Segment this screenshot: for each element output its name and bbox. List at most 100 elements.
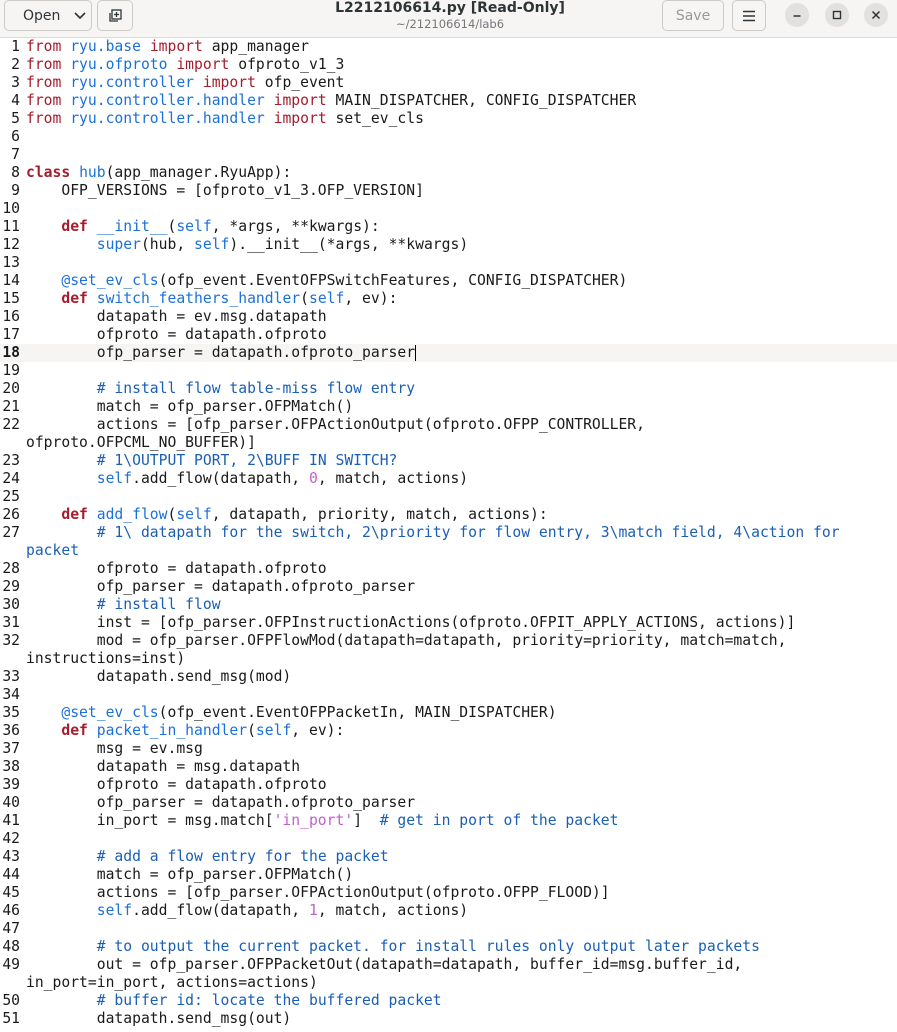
code-line[interactable]: 43 # add a flow entry for the packet xyxy=(0,848,897,866)
code-line[interactable]: 33 datapath.send_msg(mod) xyxy=(0,668,897,686)
line-number: 42 xyxy=(2,830,20,847)
code-line[interactable]: 29 ofp_parser = datapath.ofproto_parser xyxy=(0,578,897,596)
code-line-continuation[interactable]: packet xyxy=(0,542,897,560)
main-menu-button[interactable] xyxy=(732,0,766,31)
code-line[interactable]: 40 ofp_parser = datapath.ofproto_parser xyxy=(0,794,897,812)
chevron-down-icon xyxy=(74,11,86,20)
open-button[interactable]: Open xyxy=(4,0,92,31)
code-line[interactable]: 6 xyxy=(0,128,897,146)
code-text: packet xyxy=(26,542,80,559)
code-text: out = ofp_parser.OFPPacketOut(datapath=d… xyxy=(26,956,743,973)
code-line-continuation[interactable]: in_port=in_port, actions=actions) xyxy=(0,974,897,992)
line-number: 41 xyxy=(2,812,20,829)
line-number: 5 xyxy=(11,110,20,127)
code-line[interactable]: 16 datapath = ev.msg.datapath xyxy=(0,308,897,326)
code-text: ofproto = datapath.ofproto xyxy=(26,776,327,793)
code-line[interactable]: 47 xyxy=(0,920,897,938)
code-text: from ryu.ofproto import ofproto_v1_3 xyxy=(26,56,345,73)
line-number: 26 xyxy=(2,506,20,523)
code-text: inst = [ofp_parser.OFPInstructionActions… xyxy=(26,614,796,631)
code-line[interactable]: 3 from ryu.controller import ofp_event xyxy=(0,74,897,92)
code-line[interactable]: 36 def packet_in_handler(self, ev): xyxy=(0,722,897,740)
code-line[interactable]: 41 in_port = msg.match['in_port'] # get … xyxy=(0,812,897,830)
code-line[interactable]: 46 self.add_flow(datapath, 1, match, act… xyxy=(0,902,897,920)
code-line-continuation[interactable]: ofproto.OFPCML_NO_BUFFER)] xyxy=(0,434,897,452)
code-line-continuation[interactable]: instructions=inst) xyxy=(0,650,897,668)
code-line[interactable]: 48 # to output the current packet. for i… xyxy=(0,938,897,956)
code-text: ofp_parser = datapath.ofproto_parser xyxy=(26,794,416,811)
code-line[interactable]: 11 def __init__(self, *args, **kwargs): xyxy=(0,218,897,236)
code-line[interactable]: 15 def switch_feathers_handler(self, ev)… xyxy=(0,290,897,308)
line-number: 46 xyxy=(2,902,20,919)
code-line[interactable]: 17 ofproto = datapath.ofproto xyxy=(0,326,897,344)
code-line[interactable]: 30 # install flow xyxy=(0,596,897,614)
code-text: in_port=in_port, actions=actions) xyxy=(26,974,318,991)
code-text: self.add_flow(datapath, 0, match, action… xyxy=(96,470,469,487)
code-line[interactable]: 35 @set_ev_cls(ofp_event.EventOFPPacketI… xyxy=(0,704,897,722)
line-number: 7 xyxy=(11,146,20,163)
code-text: # to output the current packet. for inst… xyxy=(96,938,760,955)
line-number: 8 xyxy=(11,164,20,181)
code-line[interactable]: 44 match = ofp_parser.OFPMatch() xyxy=(0,866,897,884)
new-tab-icon xyxy=(108,8,122,23)
code-line[interactable]: 2 from ryu.ofproto import ofproto_v1_3 xyxy=(0,56,897,74)
code-line[interactable]: 9 OFP_VERSIONS = [ofproto_v1_3.OFP_VERSI… xyxy=(0,182,897,200)
minimize-button[interactable] xyxy=(785,3,809,27)
code-line[interactable]: 39 ofproto = datapath.ofproto xyxy=(0,776,897,794)
code-line[interactable]: 25 xyxy=(0,488,897,506)
code-line[interactable]: 45 actions = [ofp_parser.OFPActionOutput… xyxy=(0,884,897,902)
code-text: match = ofp_parser.OFPMatch() xyxy=(26,866,354,883)
code-text: datapath = ev.msg.datapath xyxy=(26,308,327,325)
code-line[interactable]: 22 actions = [ofp_parser.OFPActionOutput… xyxy=(0,416,897,434)
line-number: 29 xyxy=(2,578,20,595)
line-number: 2 xyxy=(11,56,20,73)
line-number: 34 xyxy=(2,686,20,703)
code-line[interactable]: 24 self.add_flow(datapath, 0, match, act… xyxy=(0,470,897,488)
code-line[interactable]: 19 xyxy=(0,362,897,380)
line-number: 19 xyxy=(2,362,20,379)
code-line[interactable]: 5 from ryu.controller.handler import set_… xyxy=(0,110,897,128)
code-line[interactable]: 8 class hub(app_manager.RyuApp): xyxy=(0,164,897,182)
code-line[interactable]: 50 # buffer id: locate the buffered pack… xyxy=(0,992,897,1010)
code-text: # install flow table-miss flow entry xyxy=(96,380,416,397)
line-number: 11 xyxy=(2,218,20,235)
code-line[interactable]: 18 ofp_parser = datapath.ofproto_parser xyxy=(0,344,897,362)
save-button[interactable]: Save xyxy=(662,0,724,31)
code-line[interactable]: 7 xyxy=(0,146,897,164)
code-text: from ryu.controller import ofp_event xyxy=(26,74,345,91)
code-line[interactable]: 10 xyxy=(0,200,897,218)
code-line[interactable]: 42 xyxy=(0,830,897,848)
code-text: ofproto = datapath.ofproto xyxy=(26,326,327,343)
code-line[interactable]: 31 inst = [ofp_parser.OFPInstructionActi… xyxy=(0,614,897,632)
code-line[interactable]: 27 # 1\ datapath for the switch, 2\prior… xyxy=(0,524,897,542)
code-line[interactable]: 34 xyxy=(0,686,897,704)
line-number: 50 xyxy=(2,992,20,1009)
code-line[interactable]: 51 datapath.send_msg(out) xyxy=(0,1010,897,1028)
line-number: 37 xyxy=(2,740,20,757)
maximize-button[interactable] xyxy=(825,3,849,27)
code-line[interactable]: 1 from ryu.base import app_manager xyxy=(0,38,897,56)
code-line[interactable]: 28 ofproto = datapath.ofproto xyxy=(0,560,897,578)
code-text: def switch_feathers_handler(self, ev): xyxy=(61,290,398,307)
minimize-icon xyxy=(792,10,802,20)
header-bar: Open L2212106614.py [Read-Only] ~/212106… xyxy=(0,0,897,38)
code-text: def __init__(self, *args, **kwargs): xyxy=(61,218,380,235)
code-line[interactable]: 32 mod = ofp_parser.OFPFlowMod(datapath=… xyxy=(0,632,897,650)
code-line[interactable]: 4 from ryu.controller.handler import MAIN… xyxy=(0,92,897,110)
code-line[interactable]: 38 datapath = msg.datapath xyxy=(0,758,897,776)
code-line[interactable]: 37 msg = ev.msg xyxy=(0,740,897,758)
code-line[interactable]: 13 xyxy=(0,254,897,272)
code-line[interactable]: 26 def add_flow(self, datapath, priority… xyxy=(0,506,897,524)
code-line[interactable]: 14 @set_ev_cls(ofp_event.EventOFPSwitchF… xyxy=(0,272,897,290)
close-button[interactable] xyxy=(864,3,888,27)
code-line[interactable]: 49 out = ofp_parser.OFPPacketOut(datapat… xyxy=(0,956,897,974)
code-line[interactable]: 12 super(hub, self).__init__(*args, **kw… xyxy=(0,236,897,254)
code-line[interactable]: 23 # 1\OUTPUT PORT, 2\BUFF IN SWITCH? xyxy=(0,452,897,470)
code-line[interactable]: 20 # install flow table-miss flow entry xyxy=(0,380,897,398)
document-title: L2212106614.py [Read-Only] xyxy=(335,0,565,16)
code-editor[interactable]: 1 from ryu.base import app_manager 2 from r… xyxy=(0,38,897,1032)
code-line[interactable]: 21 match = ofp_parser.OFPMatch() xyxy=(0,398,897,416)
line-number: 39 xyxy=(2,776,20,793)
line-number: 30 xyxy=(2,596,20,613)
new-tab-button[interactable] xyxy=(97,0,133,31)
